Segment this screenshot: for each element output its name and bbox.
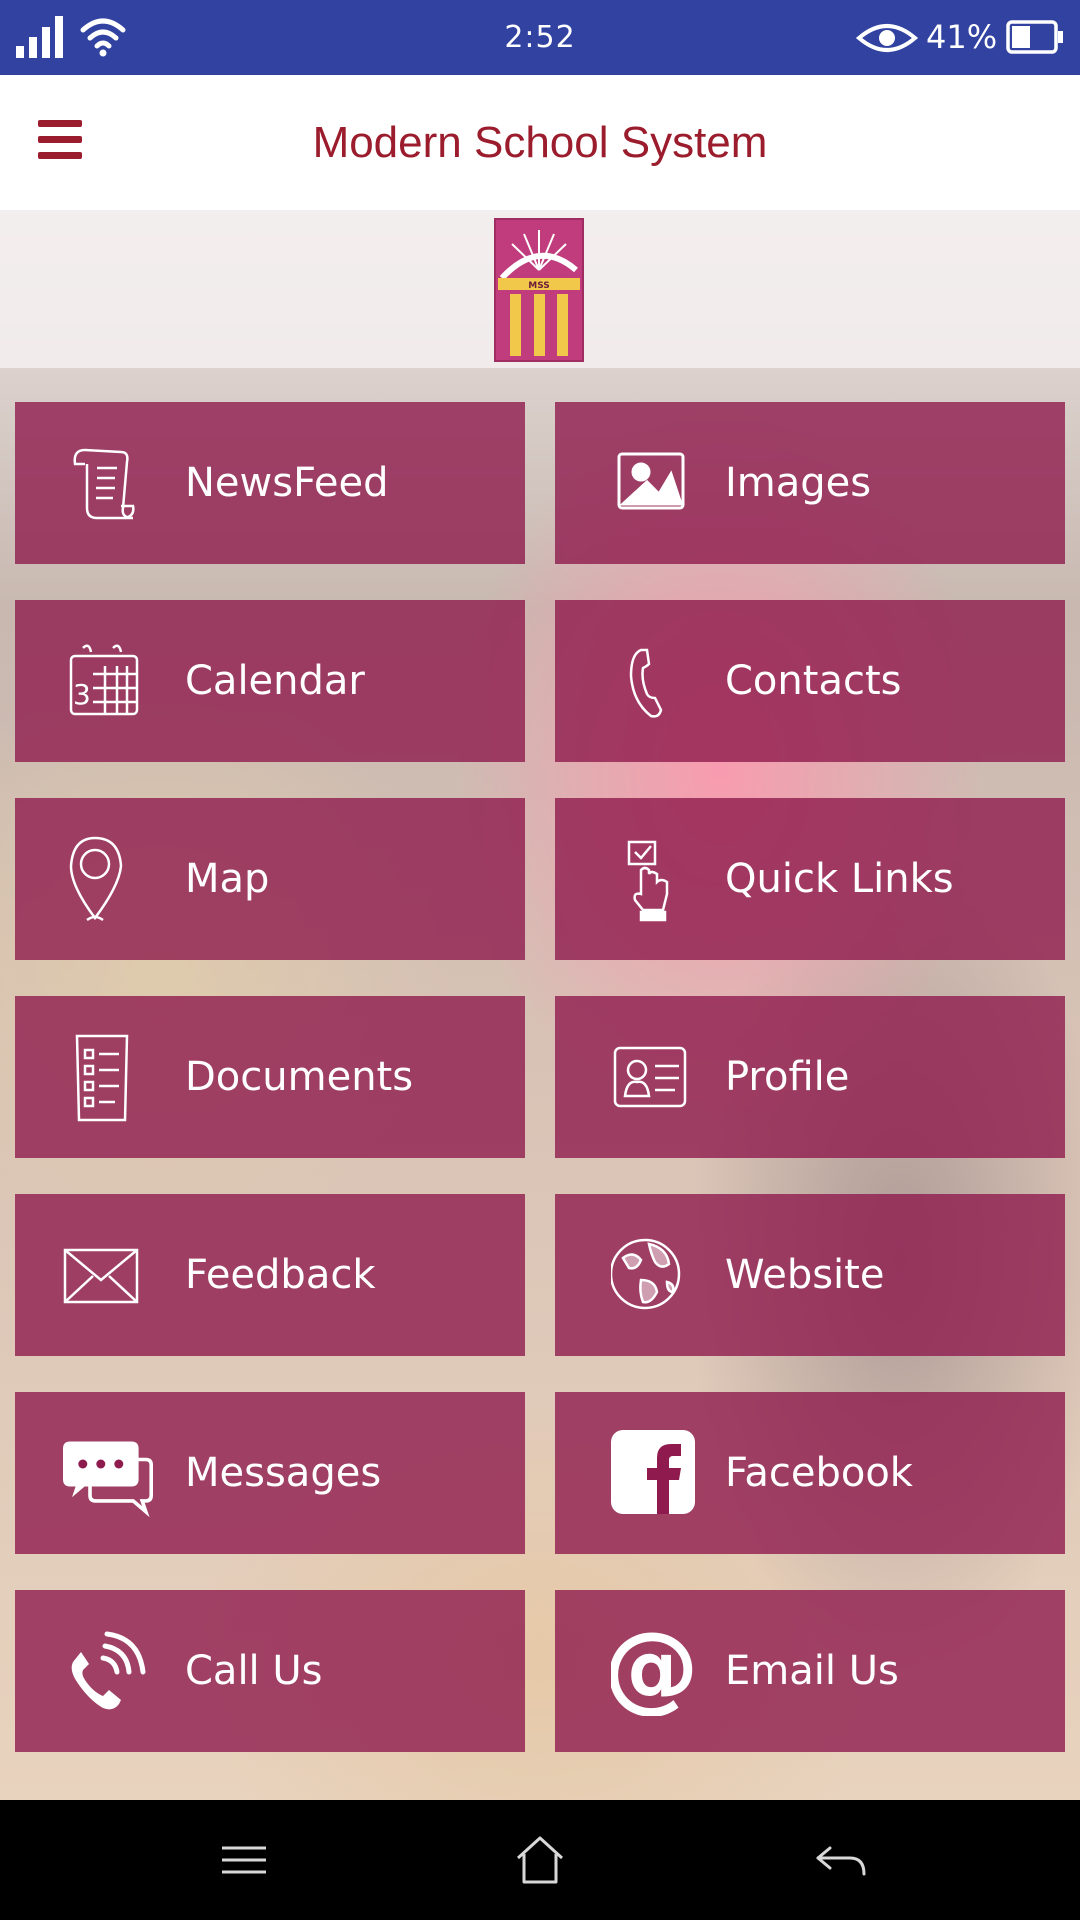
calendar-icon: 3 bbox=[69, 644, 139, 716]
tile-label: Documents bbox=[185, 1054, 414, 1100]
home-icon[interactable] bbox=[510, 1830, 570, 1890]
facebook-button[interactable]: Facebook bbox=[555, 1392, 1065, 1554]
id-card-icon bbox=[613, 1046, 687, 1108]
email-us-button[interactable]: @ Email Us bbox=[555, 1590, 1065, 1752]
svg-text:@: @ bbox=[611, 1626, 699, 1716]
documents-button[interactable]: Documents bbox=[15, 996, 525, 1158]
tile-label: Facebook bbox=[725, 1450, 913, 1496]
contacts-button[interactable]: Contacts bbox=[555, 600, 1065, 762]
menu-icon[interactable] bbox=[214, 1830, 274, 1890]
phone-ringing-icon bbox=[71, 1631, 146, 1710]
eye-icon bbox=[856, 24, 918, 52]
tile-label: Profile bbox=[725, 1054, 850, 1100]
tile-label: Feedback bbox=[185, 1252, 376, 1298]
tile-label: Map bbox=[185, 856, 270, 902]
calendar-button[interactable]: 3 Calendar bbox=[15, 600, 525, 762]
dashboard: MSS NewsFeed Images 3 Calendar Contacts … bbox=[0, 210, 1080, 1800]
tile-label: Messages bbox=[185, 1450, 382, 1496]
back-icon[interactable] bbox=[810, 1830, 870, 1890]
tile-label: Images bbox=[725, 460, 872, 506]
status-bar: 2:52 41% bbox=[0, 0, 1080, 75]
tile-label: Call Us bbox=[185, 1648, 323, 1694]
battery-percent: 41% bbox=[926, 18, 998, 56]
svg-text:MSS: MSS bbox=[528, 281, 550, 291]
profile-button[interactable]: Profile bbox=[555, 996, 1065, 1158]
phone-handset-icon bbox=[629, 648, 663, 718]
call-us-button[interactable]: Call Us bbox=[15, 1590, 525, 1752]
pointer-hand-icon bbox=[627, 840, 669, 922]
scroll-icon bbox=[73, 448, 135, 520]
image-icon bbox=[617, 452, 685, 510]
at-sign-icon: @ bbox=[611, 1626, 699, 1716]
envelope-icon bbox=[63, 1248, 139, 1304]
quick-links-button[interactable]: Quick Links bbox=[555, 798, 1065, 960]
website-button[interactable]: Website bbox=[555, 1194, 1065, 1356]
globe-icon bbox=[611, 1238, 681, 1310]
logo-band: MSS bbox=[0, 210, 1080, 368]
checklist-icon bbox=[75, 1034, 129, 1122]
newsfeed-button[interactable]: NewsFeed bbox=[15, 402, 525, 564]
map-button[interactable]: Map bbox=[15, 798, 525, 960]
map-pin-icon bbox=[69, 836, 123, 922]
tile-label: Contacts bbox=[725, 658, 902, 704]
chat-bubbles-icon bbox=[63, 1441, 153, 1518]
school-logo: MSS bbox=[494, 218, 584, 362]
feedback-button[interactable]: Feedback bbox=[15, 1194, 525, 1356]
tile-label: Calendar bbox=[185, 658, 365, 704]
system-nav-bar bbox=[0, 1800, 1080, 1920]
tile-label: Website bbox=[725, 1252, 885, 1298]
tile-label: NewsFeed bbox=[185, 460, 389, 506]
tile-label: Quick Links bbox=[725, 856, 954, 902]
svg-text:3: 3 bbox=[73, 678, 91, 711]
messages-button[interactable]: Messages bbox=[15, 1392, 525, 1554]
facebook-icon bbox=[611, 1430, 695, 1514]
clock: 2:52 bbox=[504, 20, 576, 55]
page-title: Modern School System bbox=[312, 118, 768, 167]
app-header: Modern School System bbox=[0, 75, 1080, 210]
images-button[interactable]: Images bbox=[555, 402, 1065, 564]
tile-label: Email Us bbox=[725, 1648, 899, 1694]
battery-icon bbox=[1006, 20, 1063, 54]
